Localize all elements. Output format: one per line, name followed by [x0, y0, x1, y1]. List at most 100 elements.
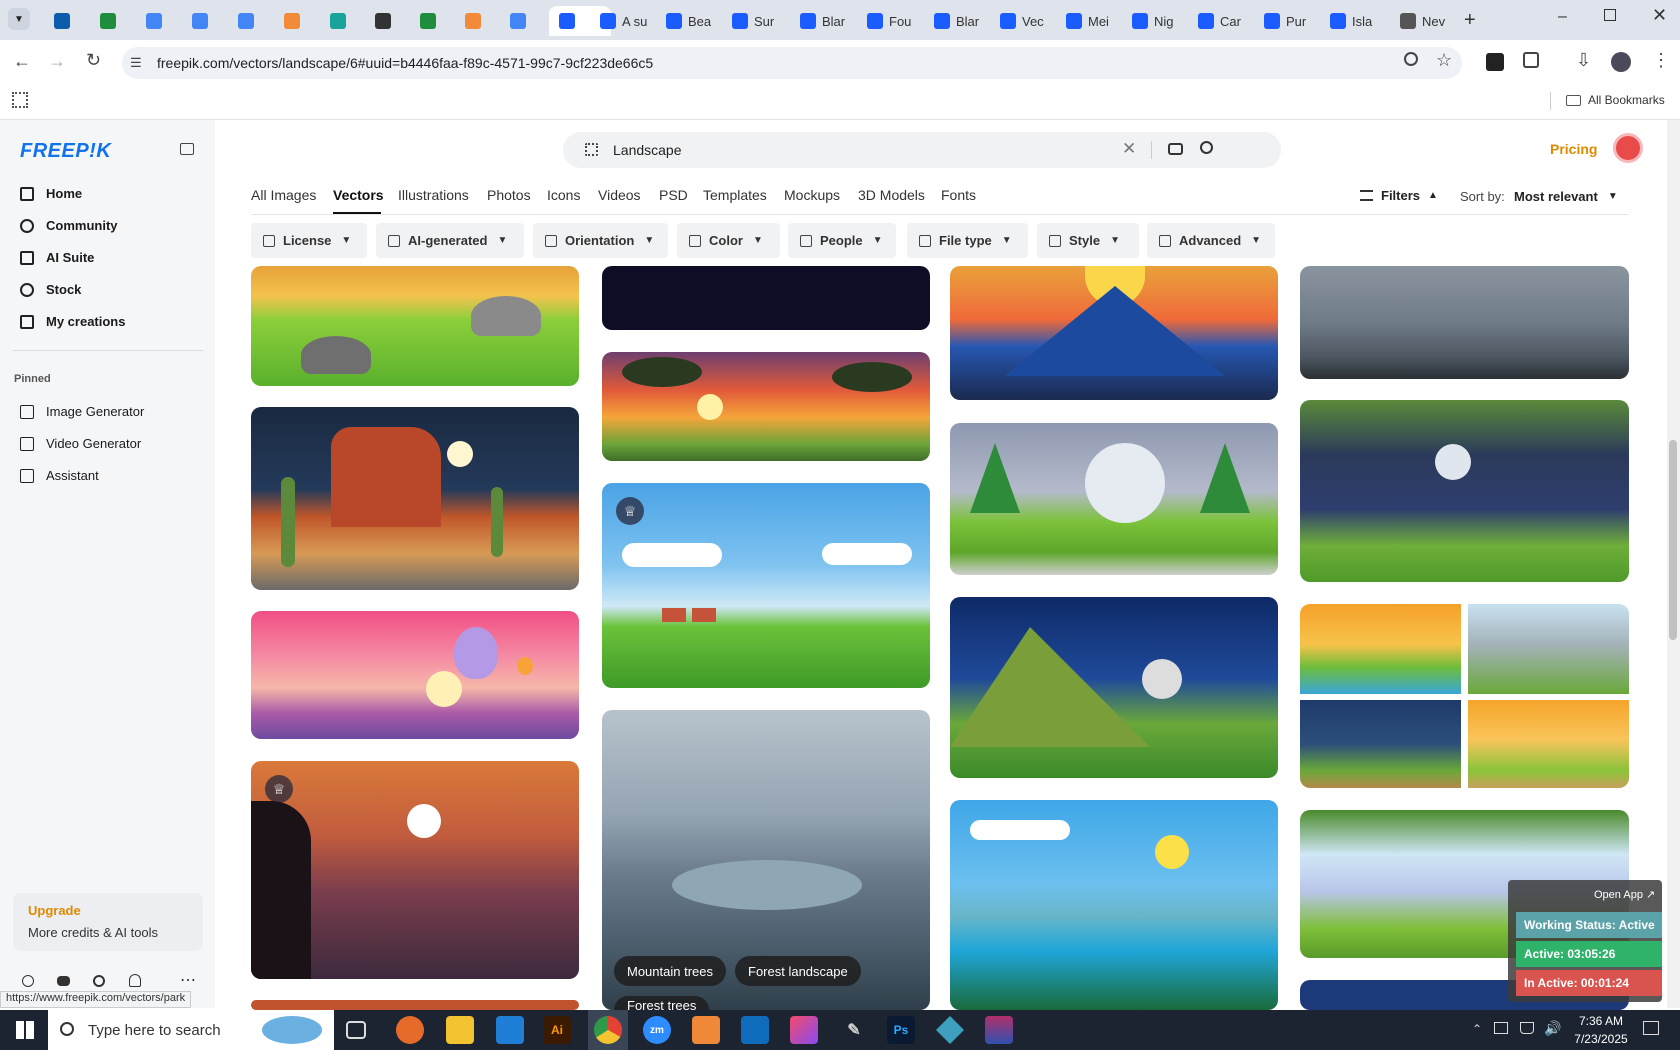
search-bar[interactable]: ✕	[563, 132, 1281, 168]
browser-tab[interactable]	[320, 6, 362, 36]
outlook-icon[interactable]	[741, 1016, 769, 1044]
tab-psd[interactable]: PSD	[659, 187, 688, 203]
browser-tab[interactable]	[44, 6, 86, 36]
notification-center-icon[interactable]	[1643, 1021, 1659, 1035]
browser-tab[interactable]	[228, 6, 270, 36]
sort-dropdown[interactable]: Most relevant ▼	[1514, 189, 1618, 204]
site-info-icon[interactable]: ☰	[130, 55, 142, 71]
more-icon[interactable]: ⋯	[180, 970, 196, 990]
taskbar-search-box[interactable]: Type here to search	[48, 1010, 334, 1050]
tab-videos[interactable]: Videos	[598, 187, 641, 203]
forward-icon[interactable]: →	[48, 51, 66, 72]
task-view-icon[interactable]	[346, 1021, 366, 1039]
theme-icon[interactable]	[93, 975, 105, 987]
url-text[interactable]: freepik.com/vectors/landscape/6#uuid=b44…	[157, 55, 653, 71]
pinned-item-image-generator[interactable]: Image Generator	[20, 404, 144, 419]
profile-avatar[interactable]	[1611, 52, 1631, 72]
camera-icon[interactable]	[1168, 143, 1183, 155]
new-tab-button[interactable]: +	[1464, 9, 1476, 32]
chrome-icon[interactable]	[594, 1016, 622, 1044]
filter-chip-style[interactable]: Style ▼	[1037, 223, 1139, 258]
extension-icon[interactable]	[1486, 53, 1504, 71]
browser-tab[interactable]	[365, 6, 407, 36]
search-submit-icon[interactable]	[1200, 141, 1213, 154]
sidebar-item-community[interactable]: Community	[20, 218, 118, 233]
help-icon[interactable]	[22, 975, 34, 987]
extensions-puzzle-icon[interactable]	[1523, 52, 1539, 68]
tab-vectors[interactable]: Vectors	[333, 187, 384, 203]
browser-tab[interactable]: Nev	[1390, 6, 1452, 36]
browser-tab[interactable]: Blar	[924, 6, 986, 36]
creative-cloud-icon[interactable]	[790, 1016, 818, 1044]
image-card[interactable]	[950, 597, 1278, 778]
image-card[interactable]	[251, 266, 579, 386]
minimize-button[interactable]: –	[1558, 8, 1567, 26]
tray-network-icon[interactable]	[1494, 1022, 1508, 1034]
browser-tab[interactable]	[90, 6, 132, 36]
sidebar-item-home[interactable]: Home	[20, 186, 82, 201]
reload-icon[interactable]: ↻	[86, 50, 101, 71]
taskbar-clock[interactable]: 7:36 AM 7/23/2025	[1566, 1012, 1636, 1048]
browser-tab[interactable]: Nig	[1122, 6, 1184, 36]
browser-tab[interactable]	[182, 6, 224, 36]
tab-icons[interactable]: Icons	[547, 187, 580, 203]
user-avatar[interactable]	[1613, 133, 1643, 163]
tab-illustrations[interactable]: Illustrations	[398, 187, 469, 203]
image-card[interactable]	[950, 266, 1278, 400]
upgrade-card[interactable]: Upgrade More credits & AI tools	[13, 893, 203, 951]
image-card[interactable]	[1300, 604, 1629, 788]
image-card[interactable]: ♕	[602, 483, 930, 688]
sidebar-item-stock[interactable]: Stock	[20, 282, 81, 297]
apps-grid-icon[interactable]	[12, 92, 28, 108]
image-card[interactable]	[1300, 400, 1629, 582]
filter-chip-file-type[interactable]: File type ▼	[907, 223, 1028, 258]
image-card[interactable]	[950, 800, 1278, 1010]
browser-tab[interactable]: Pur	[1254, 6, 1316, 36]
file-explorer-icon[interactable]	[446, 1016, 474, 1044]
tab-photos[interactable]: Photos	[487, 187, 531, 203]
tray-wifi-icon[interactable]	[1520, 1022, 1534, 1034]
tab-fonts[interactable]: Fonts	[941, 187, 976, 203]
browser-tab[interactable]: Mei	[1056, 6, 1118, 36]
page-scrollbar[interactable]	[1667, 120, 1680, 1008]
image-card[interactable]	[251, 1000, 579, 1010]
browser-tab[interactable]	[455, 6, 497, 36]
tray-chevron-icon[interactable]: ⌃	[1472, 1022, 1482, 1036]
browser-tab[interactable]: Sur	[722, 6, 784, 36]
zoom-icon[interactable]: zm	[643, 1016, 671, 1044]
browser-tab[interactable]	[500, 6, 542, 36]
browser-tab[interactable]: Car	[1188, 6, 1250, 36]
vscode-icon[interactable]	[496, 1016, 524, 1044]
tab-templates[interactable]: Templates	[703, 187, 767, 203]
all-bookmarks-button[interactable]: All Bookmarks	[1566, 93, 1665, 107]
photoshop-icon[interactable]: Ps	[887, 1016, 915, 1044]
open-app-link[interactable]: Open App ↗	[1594, 888, 1655, 901]
filter-chip-advanced[interactable]: Advanced ▼	[1147, 223, 1275, 258]
filter-chip-color[interactable]: Color ▼	[677, 223, 780, 258]
related-tag-chip[interactable]: Forest landscape	[735, 956, 861, 986]
filters-button[interactable]: Filters ▲	[1360, 188, 1438, 203]
browser-tab[interactable]: Fou	[857, 6, 919, 36]
pinned-item-assistant[interactable]: Assistant	[20, 468, 99, 483]
pinned-item-video-generator[interactable]: Video Generator	[20, 436, 141, 451]
image-card[interactable]	[1300, 266, 1629, 379]
search-input[interactable]	[613, 138, 1133, 162]
image-card[interactable]: ♕	[251, 761, 579, 979]
tab-mockups[interactable]: Mockups	[784, 187, 840, 203]
sidebar-item-my-creations[interactable]: My creations	[20, 314, 125, 329]
xampp-icon[interactable]	[692, 1016, 720, 1044]
pen-tool-icon[interactable]: ✎	[840, 1016, 868, 1044]
tab-3d-models[interactable]: 3D Models	[858, 187, 925, 203]
sidebar-item-ai-suite[interactable]: AI Suite	[20, 250, 94, 265]
browser-tab[interactable]: Vec	[990, 6, 1052, 36]
tray-volume-icon[interactable]: 🔊	[1544, 1020, 1561, 1037]
image-card[interactable]	[602, 266, 930, 330]
image-card[interactable]	[251, 611, 579, 739]
filter-chip-people[interactable]: People ▼	[788, 223, 896, 258]
close-window-button[interactable]: ✕	[1652, 5, 1667, 26]
browser-tab[interactable]	[136, 6, 178, 36]
zoom-icon[interactable]	[1404, 52, 1418, 66]
freepik-logo[interactable]: FREEP!K	[20, 140, 111, 163]
related-tag-chip[interactable]: Forest trees	[614, 996, 710, 1010]
browser-tab[interactable]	[410, 6, 452, 36]
